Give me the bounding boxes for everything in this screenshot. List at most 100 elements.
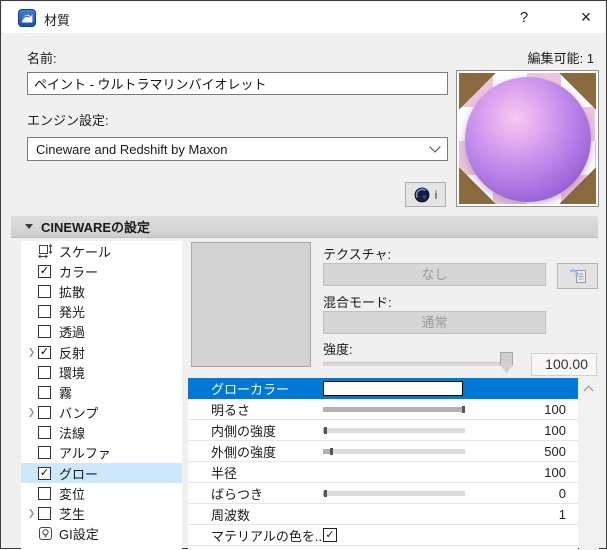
channel-row-8[interactable]: ❯ バンプ bbox=[21, 403, 182, 423]
channel-checkbox[interactable] bbox=[38, 284, 51, 298]
engine-select[interactable]: Cineware and Redshift by Maxon bbox=[27, 137, 448, 161]
texture-none-button[interactable]: なし bbox=[323, 263, 546, 286]
window-title: 材質 bbox=[44, 13, 71, 28]
channel-checkbox[interactable]: ✓ bbox=[38, 345, 51, 359]
channel-label: 環境 bbox=[59, 365, 86, 381]
strength-slider-thumb[interactable] bbox=[500, 352, 513, 373]
property-row-2[interactable]: 内側の強度 100 bbox=[188, 420, 578, 441]
channel-label: 変位 bbox=[59, 486, 86, 502]
preview-checker-background bbox=[459, 73, 596, 204]
property-slider-thumb[interactable] bbox=[329, 448, 333, 455]
channel-checkbox[interactable]: ✓ bbox=[38, 466, 51, 480]
channel-row-9[interactable]: 法線 bbox=[21, 423, 182, 443]
channel-label: アルファ bbox=[59, 446, 111, 462]
channel-row-12[interactable]: 変位 bbox=[21, 483, 182, 503]
scale-icon bbox=[38, 243, 53, 258]
engine-label: エンジン設定: bbox=[27, 113, 109, 128]
expand-chevron-icon[interactable]: ❯ bbox=[25, 347, 38, 358]
cinema4d-info-button[interactable]: i bbox=[405, 182, 446, 207]
property-slider-track[interactable] bbox=[323, 427, 465, 434]
property-slider-thumb[interactable] bbox=[461, 406, 465, 413]
property-label: 周波数 bbox=[211, 507, 251, 523]
table-scrollbar[interactable] bbox=[579, 378, 599, 550]
channel-checkbox[interactable] bbox=[38, 406, 51, 420]
archicad-logo-icon bbox=[18, 9, 36, 27]
strength-value-field[interactable]: 100.00 bbox=[531, 353, 597, 376]
channel-row-2[interactable]: 拡散 bbox=[21, 281, 182, 301]
channel-row-1[interactable]: ✓ カラー bbox=[21, 261, 182, 281]
channel-checkbox[interactable] bbox=[38, 446, 51, 460]
channel-row-6[interactable]: 環境 bbox=[21, 362, 182, 382]
channel-checkbox[interactable] bbox=[38, 426, 51, 440]
property-value[interactable]: 100 bbox=[544, 465, 566, 480]
property-slider-track[interactable] bbox=[323, 448, 465, 455]
channel-checkbox[interactable]: ✓ bbox=[38, 264, 51, 278]
texture-preview-square bbox=[191, 242, 311, 367]
property-row-5[interactable]: ばらつき 0 bbox=[188, 483, 578, 504]
property-row-7[interactable]: マテリアルの色を... ✓ bbox=[188, 525, 578, 546]
lamp-icon bbox=[39, 527, 52, 541]
help-button[interactable]: ? bbox=[507, 6, 541, 30]
close-button[interactable]: × bbox=[568, 6, 604, 30]
property-value[interactable]: 100 bbox=[544, 423, 566, 438]
channel-row-5[interactable]: ❯ ✓ 反射 bbox=[21, 342, 182, 362]
property-slider-thumb[interactable] bbox=[323, 427, 327, 434]
channel-label: 芝生 bbox=[59, 507, 86, 523]
channel-checkbox[interactable] bbox=[38, 507, 51, 521]
channel-checkbox[interactable] bbox=[38, 305, 51, 319]
property-slider-track[interactable] bbox=[323, 406, 465, 413]
channel-row-14[interactable]: GI設定 bbox=[21, 524, 182, 544]
glow-properties-table: グローカラー 明るさ 100 内側の強度 100 外側の強度 500 半径 100 ばらつき 0 周波… bbox=[188, 378, 578, 550]
property-row-3[interactable]: 外側の強度 500 bbox=[188, 441, 578, 462]
channel-checkbox[interactable] bbox=[38, 365, 51, 379]
property-row-4[interactable]: 半径 100 bbox=[188, 462, 578, 483]
channel-row-11[interactable]: ✓ グロー bbox=[21, 463, 182, 484]
channel-row-10[interactable]: アルファ bbox=[21, 443, 182, 463]
property-value[interactable]: 0 bbox=[559, 486, 566, 501]
property-checkbox[interactable]: ✓ bbox=[323, 528, 337, 542]
section-title: CINEWAREの設定 bbox=[41, 220, 151, 235]
strength-label: 強度: bbox=[323, 342, 353, 357]
property-row-0[interactable]: グローカラー bbox=[188, 378, 578, 399]
property-row-1[interactable]: 明るさ 100 bbox=[188, 399, 578, 420]
channel-row-7[interactable]: 霧 bbox=[21, 382, 182, 402]
channel-row-3[interactable]: 発光 bbox=[21, 302, 182, 322]
channel-row-0[interactable]: スケール bbox=[21, 241, 182, 261]
property-value[interactable]: 500 bbox=[544, 444, 566, 459]
blend-mode-button[interactable]: 通常 bbox=[323, 311, 546, 334]
property-slider-thumb[interactable] bbox=[323, 490, 327, 497]
texture-label: テクスチャ: bbox=[323, 247, 392, 262]
channel-label: 発光 bbox=[59, 305, 86, 321]
glow-color-swatch[interactable] bbox=[323, 381, 463, 396]
channel-checkbox[interactable] bbox=[38, 385, 51, 399]
channel-label: 霧 bbox=[59, 385, 73, 401]
material-dialog: 材質 ? × 名前: 編集可能: 1 エンジン設定: Cineware and … bbox=[0, 0, 607, 550]
load-texture-icon bbox=[569, 269, 586, 283]
expand-chevron-icon[interactable]: ❯ bbox=[25, 508, 38, 519]
property-value[interactable]: 100 bbox=[544, 402, 566, 417]
cineware-section-header[interactable]: CINEWAREの設定 bbox=[11, 216, 598, 238]
material-name-input[interactable] bbox=[27, 72, 448, 95]
c4d-info-letter: i bbox=[434, 187, 438, 202]
channel-list: スケール ✓ カラー拡散発光 透過 ❯ ✓ 反射環境霧 ❯ バンプ法線アルファ ✓ グロー変位 ❯ 芝生… bbox=[21, 241, 182, 550]
editable-count: 編集可能: 1 bbox=[527, 51, 594, 66]
channel-label: 法線 bbox=[59, 426, 86, 442]
channel-label: カラー bbox=[59, 264, 99, 280]
property-label: 明るさ bbox=[211, 402, 251, 418]
channel-label: 拡散 bbox=[59, 284, 86, 300]
channel-row-13[interactable]: ❯ 芝生 bbox=[21, 503, 182, 523]
channel-row-4[interactable]: 透過 bbox=[21, 322, 182, 342]
material-preview[interactable] bbox=[456, 70, 599, 207]
strength-slider-track[interactable] bbox=[323, 362, 513, 366]
channel-checkbox[interactable] bbox=[38, 486, 51, 500]
expand-chevron-icon[interactable]: ❯ bbox=[25, 407, 38, 418]
collapse-triangle-icon bbox=[25, 224, 33, 229]
property-slider-track[interactable] bbox=[323, 490, 465, 497]
scroll-up-icon[interactable] bbox=[583, 385, 594, 396]
blend-mode-label: 混合モード: bbox=[323, 295, 392, 310]
property-label: 半径 bbox=[211, 465, 238, 481]
property-value[interactable]: 1 bbox=[559, 507, 566, 522]
texture-load-button[interactable] bbox=[557, 263, 598, 289]
channel-checkbox[interactable] bbox=[38, 325, 51, 339]
property-row-6[interactable]: 周波数 1 bbox=[188, 504, 578, 525]
